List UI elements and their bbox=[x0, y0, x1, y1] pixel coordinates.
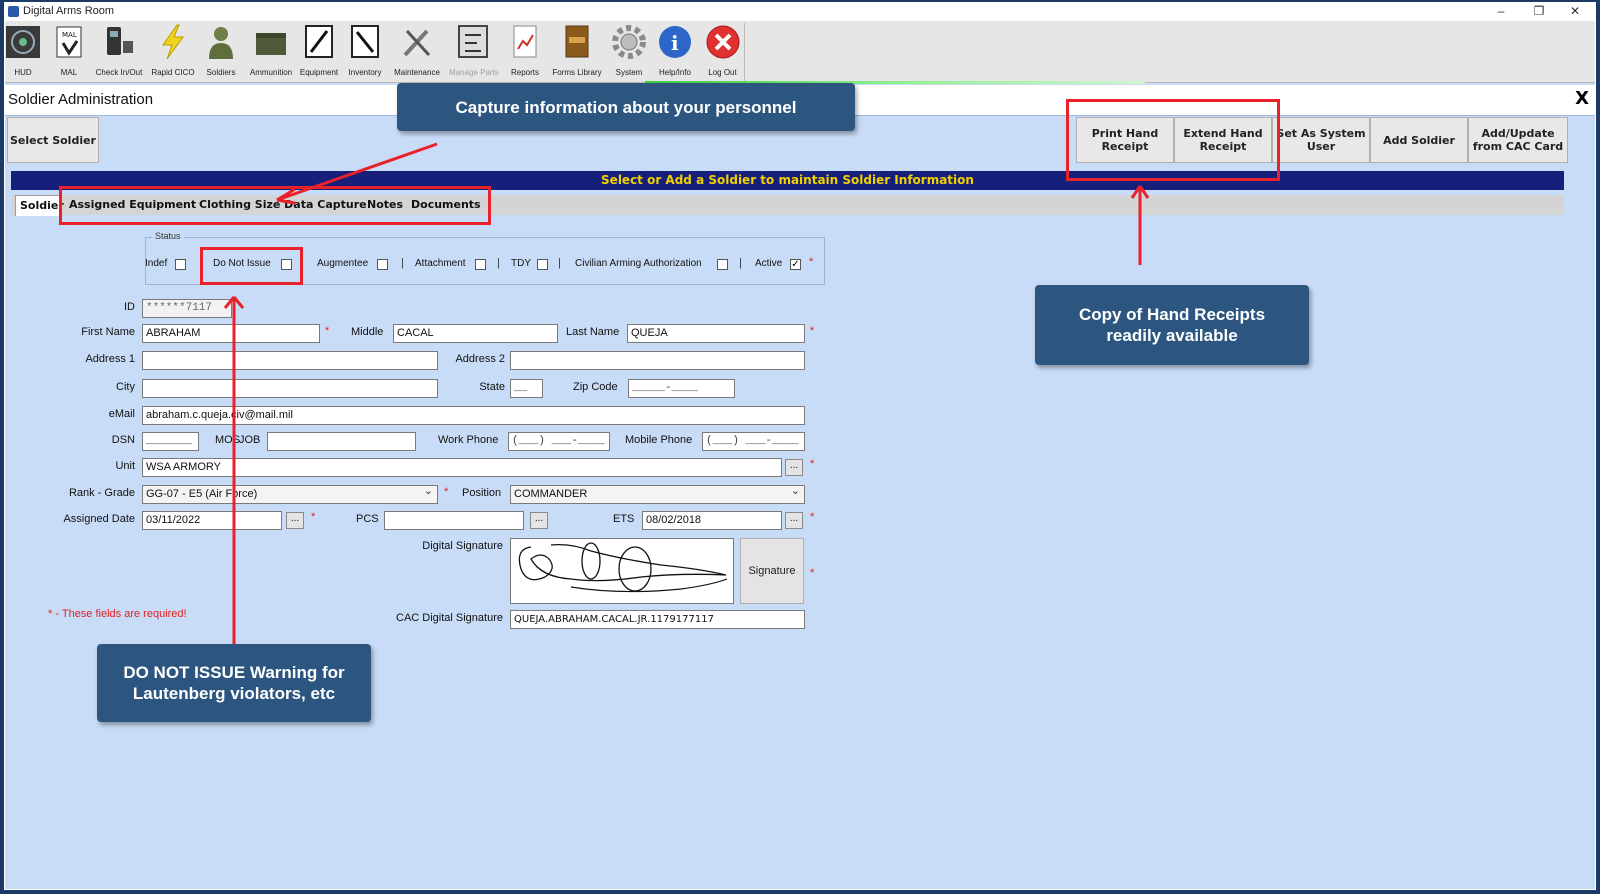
callout-do-not-issue: DO NOT ISSUE Warning for Lautenberg viol… bbox=[97, 644, 371, 722]
hand-receipt-highlight-box bbox=[1066, 99, 1280, 181]
app-window: Digital Arms Room – ❐ ✕ HUD MAL MAL Chec… bbox=[4, 2, 1596, 890]
do-not-issue-highlight-box bbox=[200, 247, 303, 285]
annotation-arrows bbox=[223, 142, 1150, 645]
callout-hand-receipts: Copy of Hand Receipts readily available bbox=[1035, 285, 1309, 365]
tabs-highlight-box bbox=[59, 186, 491, 225]
callout-personnel: Capture information about your personnel bbox=[397, 83, 855, 131]
